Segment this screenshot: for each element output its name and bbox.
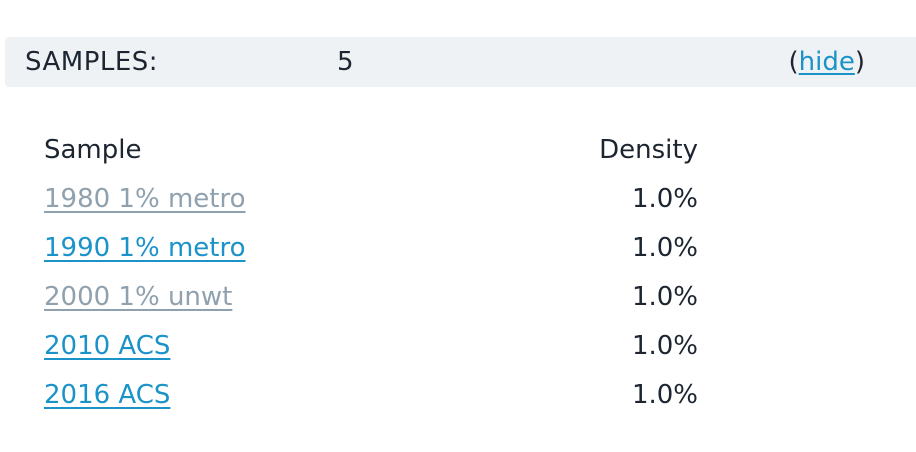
samples-header-label: SAMPLES: [25, 47, 159, 77]
sample-cell: 2000 1% unwt [40, 273, 474, 322]
sample-cell: 2016 ACS [40, 371, 474, 420]
sample-cell: 1990 1% metro [40, 224, 474, 273]
table-header-row: Sample Density [40, 126, 704, 175]
density-cell: 1.0% [631, 380, 698, 410]
hide-toggle-close-paren: ) [854, 47, 865, 77]
sample-cell: 1980 1% metro [40, 175, 474, 224]
samples-header-bar: SAMPLES: 5 (hide) [5, 37, 916, 87]
density-cell: 1.0% [631, 282, 698, 312]
table-row: 1990 1% metro 1.0% [40, 224, 704, 273]
hide-toggle-open-paren: ( [788, 47, 799, 77]
sample-link[interactable]: 2016 ACS [44, 380, 170, 410]
sample-link[interactable]: 2010 ACS [44, 331, 170, 361]
table-row: 2016 ACS 1.0% [40, 371, 704, 420]
density-cell: 1.0% [631, 184, 698, 214]
sample-link[interactable]: 1990 1% metro [44, 233, 246, 263]
samples-count: 5 [337, 47, 354, 77]
table-row: 1980 1% metro 1.0% [40, 175, 704, 224]
sample-cell: 2010 ACS [40, 322, 474, 371]
density-cell: 1.0% [631, 233, 698, 263]
sample-link[interactable]: 2000 1% unwt [44, 282, 232, 312]
samples-table: Sample Density 1980 1% metro 1.0% 1990 1… [40, 126, 704, 420]
table-row: 2010 ACS 1.0% [40, 322, 704, 371]
density-cell: 1.0% [631, 331, 698, 361]
column-header-density: Density [599, 135, 698, 165]
column-header-sample: Sample [44, 135, 142, 165]
table-row: 2000 1% unwt 1.0% [40, 273, 704, 322]
hide-toggle: (hide) [788, 47, 865, 77]
hide-link[interactable]: hide [799, 47, 855, 77]
sample-link[interactable]: 1980 1% metro [44, 184, 246, 214]
